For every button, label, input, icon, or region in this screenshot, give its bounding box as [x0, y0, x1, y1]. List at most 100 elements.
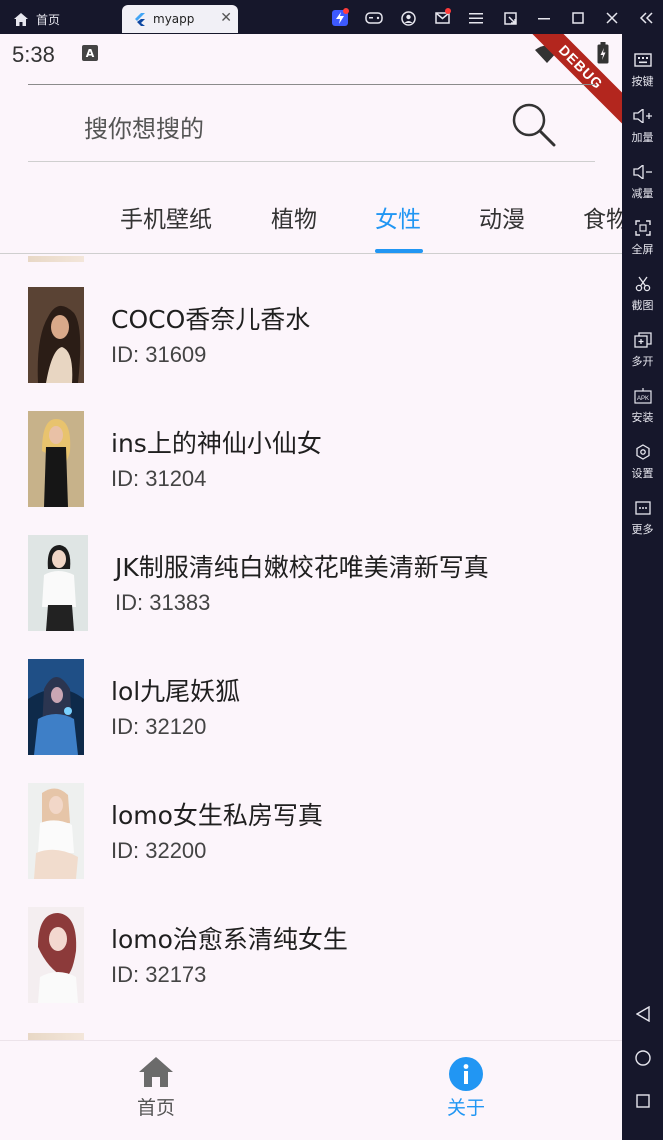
tab-plants[interactable]: 植物 — [271, 200, 317, 234]
mail-icon[interactable] — [425, 8, 459, 28]
emulator-home-tab-label: 首页 — [36, 12, 61, 27]
volume-down-icon — [632, 162, 653, 182]
home-circle-icon — [634, 1050, 651, 1066]
info-icon — [449, 1057, 483, 1091]
sidebar-label-more: 更多 — [631, 523, 654, 536]
search-icon[interactable] — [510, 101, 556, 147]
sidebar-label-multi-instance: 多开 — [631, 355, 654, 368]
list-item[interactable]: lol九尾妖狐 ID: 32120 — [0, 628, 622, 755]
phone-screen: 5:38 A DEBUG 搜你想搜的 手机壁纸 植物 女性 动漫 食物 COCO… — [0, 34, 622, 1140]
active-tab-indicator — [375, 249, 423, 253]
volume-down-button[interactable]: 减量 — [622, 162, 663, 201]
back-triangle-icon — [635, 1006, 650, 1022]
more-icon — [634, 498, 651, 518]
partial-thumbnail — [28, 1033, 84, 1040]
assistant-icon[interactable] — [323, 8, 357, 28]
emulator-app-tab-label: myapp — [153, 12, 195, 26]
item-id: ID: 32200 — [111, 838, 207, 863]
thumbnail-image — [28, 783, 84, 879]
sidebar-label-settings: 设置 — [631, 467, 654, 480]
thumbnail-image — [28, 411, 84, 507]
install-apk-button[interactable]: APK 安装 — [622, 386, 663, 425]
sidebar-label-volume-up: 加量 — [631, 131, 654, 144]
tab-anime[interactable]: 动漫 — [479, 200, 525, 234]
emulator-top-bar: 首页 myapp ✕ — [0, 0, 663, 34]
notification-a-icon: A — [82, 45, 98, 61]
fullscreen-icon — [634, 218, 651, 238]
bottom-navigation: 首页 关于 — [0, 1040, 622, 1140]
tab-food[interactable]: 食物 — [583, 200, 622, 234]
item-id: ID: 31204 — [111, 466, 207, 491]
close-window-icon[interactable] — [595, 8, 629, 28]
screenshot-button[interactable]: 截图 — [622, 274, 663, 313]
list-item[interactable]: COCO香奈儿香水 ID: 31609 — [0, 256, 622, 383]
sidebar-label-screenshot: 截图 — [631, 299, 654, 312]
item-id: ID: 31609 — [111, 342, 207, 367]
search-input[interactable]: 搜你想搜的 — [84, 109, 204, 144]
tab-phone-wallpaper[interactable]: 手机壁纸 — [120, 200, 212, 234]
recents-nav-button[interactable] — [622, 1094, 663, 1108]
status-bar: 5:38 A — [0, 34, 622, 78]
emulator-home-tab[interactable]: 首页 — [14, 5, 60, 33]
minimize-icon[interactable] — [527, 8, 561, 28]
item-title: lomo治愈系清纯女生 — [111, 925, 348, 954]
sidebar-label-volume-down: 减量 — [631, 187, 654, 200]
settings-icon — [635, 442, 651, 462]
more-button[interactable]: 更多 — [622, 498, 663, 537]
recents-square-icon — [635, 1094, 650, 1108]
emulator-sidebar: 按键 加量 减量 全屏 截图 多开 APK 安装 设置 更多 — [622, 34, 663, 1140]
item-title: JK制服清纯白嫩校花唯美清新写真 — [115, 553, 489, 582]
settings-button[interactable]: 设置 — [622, 442, 663, 481]
collapse-sidebar-icon[interactable] — [629, 8, 663, 28]
thumbnail-image — [28, 659, 84, 755]
fullscreen-button[interactable]: 全屏 — [622, 218, 663, 257]
nav-home-label: 首页 — [136, 1097, 175, 1119]
wallpaper-list[interactable]: COCO香奈儿香水 ID: 31609 ins上的神仙小仙女 ID: 31204… — [0, 256, 622, 1040]
item-title: lol九尾妖狐 — [111, 677, 241, 706]
item-title: ins上的神仙小仙女 — [111, 429, 322, 458]
sidebar-label-install: 安装 — [631, 411, 654, 424]
status-time: 5:38 — [12, 42, 55, 67]
back-nav-button[interactable] — [622, 1006, 663, 1022]
search-bar[interactable]: 搜你想搜的 — [28, 84, 595, 162]
list-item[interactable]: ins上的神仙小仙女 ID: 31204 — [0, 380, 622, 507]
scissors-icon — [635, 274, 651, 294]
popout-icon[interactable] — [493, 8, 527, 28]
thumbnail-image — [28, 287, 84, 383]
volume-up-button[interactable]: 加量 — [622, 106, 663, 145]
item-id: ID: 31383 — [115, 590, 211, 615]
nav-home[interactable]: 首页 — [96, 1057, 216, 1120]
home-icon — [14, 12, 28, 26]
keyboard-icon — [633, 50, 652, 70]
battery-icon — [597, 42, 609, 64]
list-item[interactable]: JK制服清纯白嫩校花唯美清新写真 ID: 31383 — [0, 504, 622, 631]
account-icon[interactable] — [391, 8, 425, 28]
home-icon — [139, 1057, 173, 1087]
list-item[interactable]: lomo女生私房写真 ID: 32200 — [0, 752, 622, 879]
apk-icon: APK — [633, 386, 652, 406]
multi-instance-button[interactable]: 多开 — [622, 330, 663, 369]
gamepad-icon[interactable] — [357, 8, 391, 28]
item-id: ID: 32173 — [111, 962, 207, 987]
volume-up-icon — [632, 106, 653, 126]
multi-instance-icon — [633, 330, 652, 350]
item-title: COCO香奈儿香水 — [111, 305, 311, 334]
nav-about[interactable]: 关于 — [406, 1057, 526, 1120]
category-tabs: 手机壁纸 植物 女性 动漫 食物 — [0, 184, 622, 254]
sidebar-label-keymap: 按键 — [631, 75, 654, 88]
item-title: lomo女生私房写真 — [111, 801, 323, 830]
maximize-icon[interactable] — [561, 8, 595, 28]
sidebar-label-fullscreen: 全屏 — [631, 243, 654, 256]
close-tab-icon[interactable]: ✕ — [220, 10, 232, 26]
svg-text:APK: APK — [636, 396, 648, 402]
list-item[interactable]: lomo治愈系清纯女生 ID: 32173 — [0, 876, 622, 1003]
item-id: ID: 32120 — [111, 714, 207, 739]
menu-icon[interactable] — [459, 8, 493, 28]
home-nav-button[interactable] — [622, 1050, 663, 1066]
thumbnail-image — [28, 535, 88, 631]
keymap-button[interactable]: 按键 — [622, 50, 663, 89]
thumbnail-image — [28, 907, 84, 1003]
tab-women[interactable]: 女性 — [375, 200, 421, 234]
flutter-icon — [135, 12, 145, 26]
emulator-app-tab[interactable]: myapp ✕ — [122, 5, 238, 33]
